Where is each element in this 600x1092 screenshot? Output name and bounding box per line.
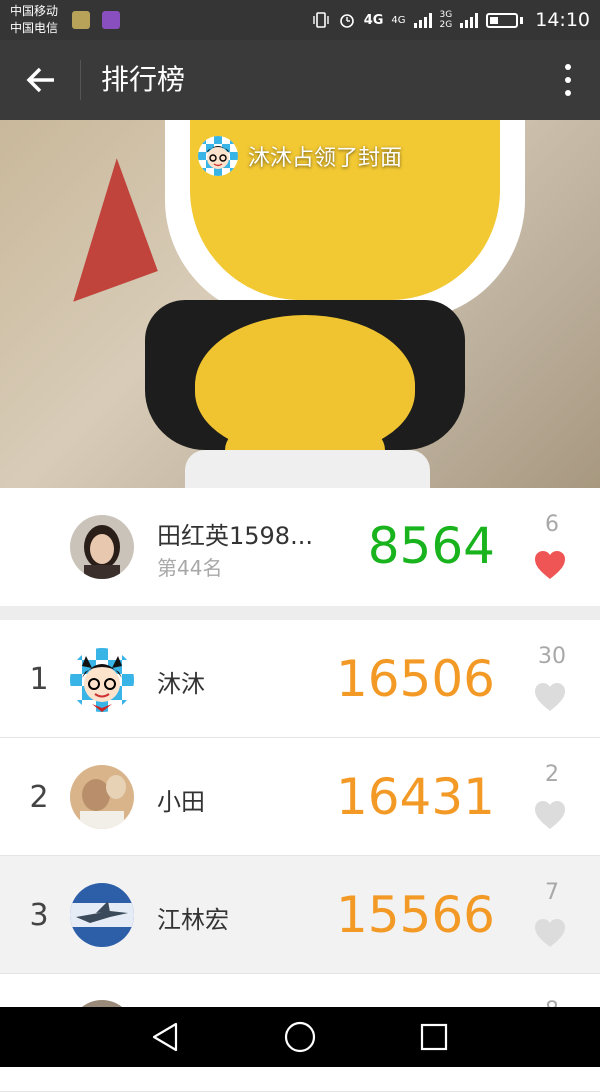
player-name: 江林宏	[157, 906, 229, 934]
system-nav-bar	[0, 1007, 600, 1067]
signal-icon	[413, 12, 432, 28]
signal-icon-2	[460, 12, 479, 28]
table-row[interactable]: 2 小田 16431 2	[0, 738, 600, 856]
battery-tip	[520, 16, 524, 24]
back-arrow-icon[interactable]	[24, 62, 60, 98]
table-row[interactable]: 3 江林宏 15566 7	[0, 856, 600, 974]
network-type-1: 4G	[363, 12, 384, 28]
like-count: 2	[545, 762, 559, 787]
my-score: 8564	[367, 517, 495, 575]
my-name: 田红英1598...	[157, 522, 313, 550]
heart-icon[interactable]	[534, 682, 566, 712]
like-count: 7	[545, 880, 559, 905]
avatar	[70, 515, 134, 579]
avatar	[70, 765, 134, 829]
avatar	[70, 883, 134, 947]
cover-owner-avatar	[197, 136, 238, 176]
player-score: 15566	[335, 886, 495, 944]
cover-image[interactable]: 沐沐占领了封面	[0, 120, 600, 488]
cover-caption-text: 沐沐占领了封面	[247, 146, 402, 171]
player-score: 16431	[335, 768, 495, 826]
table-row[interactable]: 1 沐沐 16506 30	[0, 620, 600, 738]
heart-icon[interactable]	[534, 918, 566, 948]
my-like-count: 6	[545, 512, 559, 537]
my-ranking-card[interactable]: 田红英1598... 第44名 8564 6	[0, 488, 600, 606]
status-bar: 中国移动 中国电信 4G 4G 3G 2G 14:10	[0, 0, 600, 40]
player-name: 小田	[157, 788, 205, 816]
carrier-1: 中国移动	[10, 4, 59, 18]
more-options-icon[interactable]	[562, 62, 574, 98]
nav-recents-icon[interactable]	[418, 1021, 450, 1053]
my-position: 第44名	[157, 556, 223, 580]
floor-pattern	[32, 158, 158, 302]
rank-number: 1	[29, 662, 49, 697]
nav-home-icon[interactable]	[284, 1021, 316, 1053]
mascot-pedestal	[185, 450, 430, 488]
nav-back-icon[interactable]	[150, 1021, 182, 1053]
heart-icon-active[interactable]	[534, 550, 566, 580]
heart-icon[interactable]	[534, 800, 566, 830]
carrier-2: 中国电信	[10, 21, 59, 35]
avatar	[70, 648, 134, 712]
network-type-2: 4G	[391, 14, 406, 26]
rank-number: 3	[29, 898, 49, 933]
status-icons: 4G 4G 3G 2G 14:10	[312, 0, 590, 40]
network-type-4: 2G	[439, 20, 453, 30]
player-score: 16506	[335, 650, 495, 708]
cover-caption: 沐沐占领了封面	[0, 136, 600, 176]
dual-network: 3G 2G	[440, 10, 453, 30]
vibrate-icon	[312, 12, 329, 28]
app-bar: 排行榜	[0, 40, 600, 120]
rank-number: 2	[29, 780, 49, 815]
notification-app-icon	[72, 11, 90, 29]
carrier-info: 中国移动 中国电信	[10, 3, 58, 37]
like-count: 30	[538, 644, 566, 669]
alarm-icon	[339, 14, 354, 28]
network-type-3: 3G	[439, 10, 453, 20]
page-title: 排行榜	[101, 63, 186, 96]
player-name: 沐沐	[157, 670, 205, 698]
app-bar-divider	[80, 60, 81, 100]
gallery-notification-icon	[102, 11, 120, 29]
clock: 14:10	[535, 9, 590, 31]
battery-icon	[486, 12, 519, 28]
